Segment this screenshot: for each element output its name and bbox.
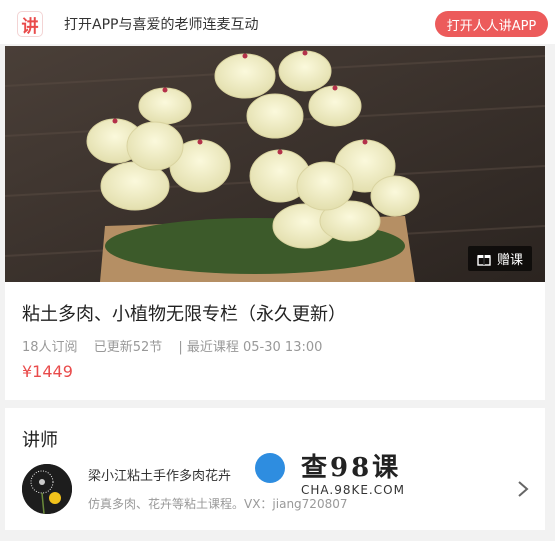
watermark-logo-icon [255,453,285,483]
gift-course-button[interactable]: 赠课 [467,246,532,271]
course-cover-image: 赠课 [5,46,545,282]
lecturer-avatar [22,464,72,514]
latest-course-time: | 最近课程 05-30 13:00 [178,340,323,355]
course-info-card: 粘土多肉、小植物无限专栏（永久更新） 18人订阅 已更新52节 | 最近课程 0… [5,282,545,400]
gift-label: 赠课 [496,253,523,268]
course-price: ¥1449 [22,362,73,381]
succulent-illustration [5,46,545,282]
watermark: 查98课 CHA.98KE.COM [255,447,405,499]
gift-icon [477,254,491,266]
update-count: 已更新52节 [93,340,163,355]
watermark-text: 查98课 [301,453,402,483]
chevron-right-icon [518,481,529,497]
promo-text: 打开APP与喜爱的老师连麦互动 [64,17,259,33]
top-app-banner: 讲 打开APP与喜爱的老师连麦互动 打开人人讲APP [0,0,555,44]
dandelion-avatar-icon [22,464,72,514]
app-logo-icon: 讲 [17,11,43,37]
open-app-button[interactable]: 打开人人讲APP [435,11,548,37]
lecturer-heading: 讲师 [22,430,58,451]
lecturer-name: 梁小江粘土手作多肉花卉 [88,469,232,484]
course-title: 粘土多肉、小植物无限专栏（永久更新） [22,304,346,325]
subscriber-count: 18人订阅 [22,340,78,355]
course-meta: 18人订阅 已更新52节 | 最近课程 05-30 13:00 [22,336,334,355]
watermark-url: CHA.98KE.COM [301,483,405,497]
